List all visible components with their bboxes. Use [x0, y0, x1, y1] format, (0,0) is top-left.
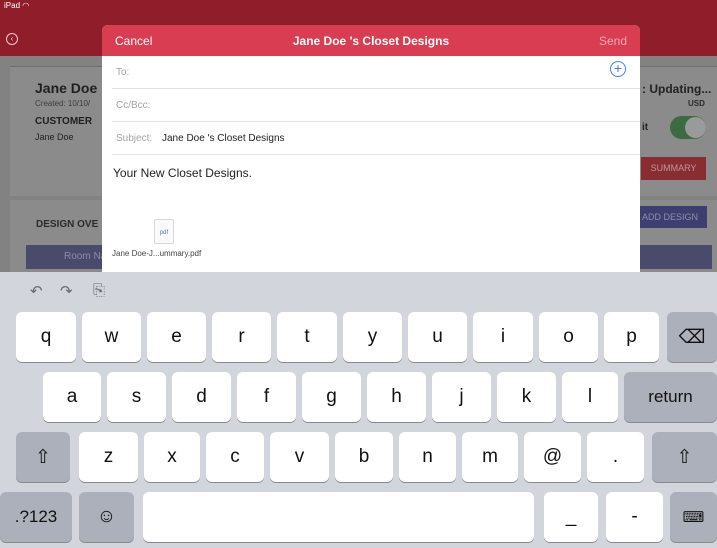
- key-g[interactable]: g: [302, 372, 361, 422]
- key-u[interactable]: u: [408, 312, 467, 362]
- to-field[interactable]: To:: [112, 56, 640, 89]
- subject-value: Jane Doe 's Closet Designs: [162, 133, 285, 144]
- subject-field[interactable]: Subject: Jane Doe 's Closet Designs: [112, 122, 640, 155]
- customer-contact: Jane Doe: [35, 132, 74, 142]
- key-d[interactable]: d: [172, 372, 231, 422]
- key-j[interactable]: j: [432, 372, 491, 422]
- key-e[interactable]: e: [147, 312, 206, 362]
- add-design-button[interactable]: ADD DESIGN: [633, 206, 707, 228]
- toggle-knob: [685, 117, 706, 138]
- email-compose-sheet: Cancel Jane Doe 's Closet Designs Send T…: [102, 25, 640, 272]
- key-v[interactable]: v: [270, 432, 329, 482]
- email-body[interactable]: Your New Closet Designs.: [113, 166, 252, 180]
- toggle-label: it: [642, 122, 649, 133]
- design-overview-title: DESIGN OVE: [36, 219, 99, 230]
- wifi-icon: ◠: [22, 1, 30, 10]
- keyboard-icon: ⌨: [682, 509, 705, 526]
- key-m[interactable]: m: [462, 432, 518, 482]
- subject-label: Subject:: [116, 133, 153, 144]
- key-l[interactable]: l: [562, 372, 618, 422]
- key-a[interactable]: a: [43, 372, 101, 422]
- paste-icon[interactable]: ⎘: [93, 282, 105, 299]
- customer-type-label: CUSTOMER: [35, 116, 93, 127]
- key-r[interactable]: r: [212, 312, 271, 362]
- key-underscore[interactable]: _: [544, 492, 598, 542]
- auto-updating-label: : Updating...: [642, 82, 712, 96]
- shift-icon: ⇧: [676, 446, 693, 468]
- shift-key-left[interactable]: ⇧: [16, 432, 70, 482]
- emoji-icon: ☺: [96, 506, 117, 527]
- compose-nav-bar: Cancel Jane Doe 's Closet Designs Send: [102, 25, 640, 56]
- compose-title: Jane Doe 's Closet Designs: [292, 34, 450, 48]
- key-t[interactable]: t: [277, 312, 337, 362]
- key-x[interactable]: x: [144, 432, 200, 482]
- customer-name: Jane Doe: [35, 80, 98, 96]
- key-k[interactable]: k: [497, 372, 556, 422]
- key-i[interactable]: i: [473, 312, 533, 362]
- key-o[interactable]: o: [539, 312, 598, 362]
- currency-label: USD: [688, 99, 705, 108]
- emoji-key[interactable]: ☺: [79, 492, 134, 542]
- shift-icon: ⇧: [35, 446, 51, 468]
- summary-button[interactable]: SUMMARY: [641, 157, 706, 180]
- send-button[interactable]: Send: [599, 34, 627, 48]
- numbers-key[interactable]: .?123: [0, 492, 72, 542]
- customer-created-date: Created: 10/10/: [35, 99, 91, 108]
- shift-key-right[interactable]: ⇧: [652, 432, 717, 482]
- key-at[interactable]: @: [524, 432, 581, 482]
- key-f[interactable]: f: [237, 372, 296, 422]
- status-bar: iPad ◠: [0, 0, 717, 12]
- key-c[interactable]: c: [206, 432, 264, 482]
- add-recipient-icon[interactable]: +: [610, 61, 626, 77]
- key-h[interactable]: h: [367, 372, 426, 422]
- key-b[interactable]: b: [335, 432, 393, 482]
- back-icon[interactable]: ‹: [6, 33, 18, 45]
- dismiss-keyboard-key[interactable]: ⌨: [670, 492, 717, 542]
- key-dash[interactable]: -: [606, 492, 663, 542]
- cc-bcc-field[interactable]: Cc/Bcc:: [112, 89, 640, 122]
- device-label: iPad: [4, 1, 21, 10]
- keyboard: ↶ ↷ ⎘ q w e r t y u i o p ⌫ a s d f g h …: [0, 272, 717, 548]
- key-n[interactable]: n: [399, 432, 456, 482]
- key-q[interactable]: q: [16, 312, 76, 362]
- to-label: To:: [116, 67, 130, 78]
- attachment-name: Jane Doe-J...ummary.pdf: [112, 249, 202, 258]
- space-key[interactable]: [143, 492, 534, 542]
- key-s[interactable]: s: [107, 372, 166, 422]
- backspace-icon: ⌫: [678, 326, 706, 348]
- cc-bcc-label: Cc/Bcc:: [116, 100, 151, 111]
- key-period[interactable]: .: [587, 432, 644, 482]
- key-p[interactable]: p: [604, 312, 659, 362]
- attachment-extension: pdf: [159, 230, 169, 236]
- key-y[interactable]: y: [343, 312, 402, 362]
- delete-key[interactable]: ⌫: [667, 312, 717, 362]
- return-key[interactable]: return: [624, 372, 717, 422]
- key-z[interactable]: z: [79, 432, 138, 482]
- redo-icon[interactable]: ↷: [60, 282, 73, 300]
- key-w[interactable]: w: [82, 312, 141, 362]
- shortcut-bar: ↶ ↷ ⎘: [0, 272, 717, 312]
- undo-icon[interactable]: ↶: [30, 282, 43, 300]
